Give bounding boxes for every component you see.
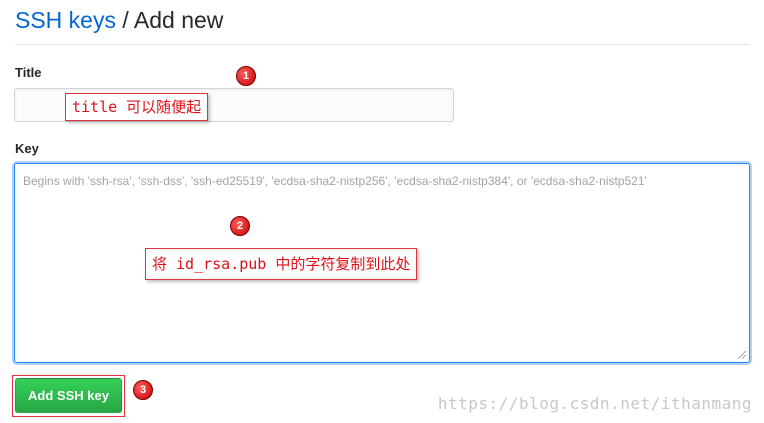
page-header: SSH keys / Add new (15, 4, 750, 45)
marker-1: 1 (236, 66, 256, 86)
watermark: https://blog.csdn.net/ithanmang (437, 394, 752, 413)
marker-2: 2 (230, 216, 250, 236)
breadcrumb-ssh-keys-link[interactable]: SSH keys (15, 7, 116, 33)
add-ssh-key-button[interactable]: Add SSH key (15, 378, 122, 413)
key-placeholder: Begins with 'ssh-rsa', 'ssh-dss', 'ssh-e… (23, 174, 647, 188)
marker-3: 3 (133, 380, 153, 400)
breadcrumb-separator: / (115, 7, 134, 33)
key-label: Key (15, 141, 39, 156)
annotation-note-2: 将 id_rsa.pub 中的字符复制到此处 (145, 248, 418, 280)
title-label: Title (15, 65, 42, 80)
resize-handle-icon[interactable] (738, 351, 746, 359)
annotation-note-1: title 可以随便起 (65, 93, 209, 121)
breadcrumb-current: Add new (133, 7, 224, 33)
